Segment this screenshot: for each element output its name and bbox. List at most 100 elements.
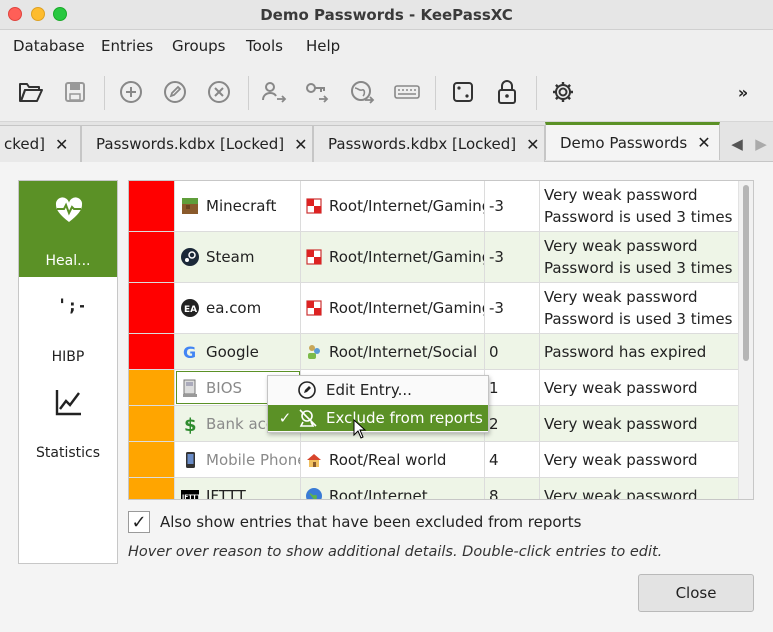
entry-reason: Password has expired	[544, 342, 707, 361]
tab-close-icon[interactable]: ✕	[55, 135, 68, 154]
entry-reason-cell[interactable]: Very weak password Password is used 3 tim…	[540, 232, 739, 282]
show-excluded-option[interactable]: ✓ Also show entries that have been exclu…	[128, 509, 581, 535]
entry-title-cell[interactable]: EA ea.com	[175, 283, 301, 333]
entry-reason-cell[interactable]: Very weak password	[540, 370, 739, 405]
entry-title: IFTTT	[206, 486, 246, 500]
table-row[interactable]: G Google Root/Internet/Social 0 Password has…	[129, 334, 739, 370]
tab-label: cked]	[4, 135, 46, 153]
entry-title-cell[interactable]: Minecraft	[175, 181, 301, 231]
table-row[interactable]: Mobile Phone Root/Real world 4 Very weak pa…	[129, 442, 739, 478]
window-title: Demo Passwords - KeePassXC	[260, 6, 513, 24]
entry-reason-cell[interactable]: Very weak password Password is used 3 tim…	[540, 283, 739, 333]
show-excluded-checkbox[interactable]: ✓	[128, 511, 150, 533]
heart-pulse-icon	[55, 197, 83, 222]
menu-groups[interactable]: Groups	[172, 37, 225, 55]
sidebar-item-label: Statistics	[36, 445, 100, 461]
menu-entries[interactable]: Entries	[101, 37, 153, 55]
entry-score: 0	[489, 342, 499, 361]
svg-text:G: G	[183, 343, 196, 362]
tab-scroll-right-icon[interactable]: ▶	[749, 125, 773, 162]
sidebar-item-hibp[interactable]: ';-- HIBP	[19, 277, 117, 373]
entry-score-cell[interactable]: 1	[485, 370, 540, 405]
menu-help[interactable]: Help	[306, 37, 340, 55]
severity-indicator	[129, 370, 175, 405]
entry-reason-cell[interactable]: Very weak password	[540, 442, 739, 477]
sidebar-item-label: Heal...	[45, 253, 91, 269]
entry-title: Mobile Phone	[206, 450, 301, 469]
folder-open-icon	[19, 83, 43, 102]
copy-url-button[interactable]	[349, 78, 377, 106]
menu-tools[interactable]: Tools	[246, 37, 283, 55]
open-database-button[interactable]	[17, 78, 45, 106]
entry-title-cell[interactable]: G Google	[175, 334, 301, 369]
entry-score-cell[interactable]: -3	[485, 232, 540, 282]
entry-reason-cell[interactable]: Very weak password	[540, 478, 739, 500]
tab-locked-database-3[interactable]: Passwords.kdbx [Locked] ✕	[313, 125, 545, 162]
tab-demo-passwords[interactable]: Demo Passwords ✕	[545, 122, 720, 160]
context-menu-exclude-from-reports[interactable]: ✓ Exclude from reports	[268, 405, 488, 431]
copy-username-button[interactable]	[260, 78, 288, 106]
steam-icon	[180, 247, 200, 267]
entry-score-cell[interactable]: 4	[485, 442, 540, 477]
table-row[interactable]: Steam Root/Internet/Gaming -3 Very weak pas…	[129, 232, 739, 283]
tab-close-icon[interactable]: ✕	[294, 135, 307, 154]
autotype-button[interactable]	[393, 78, 421, 106]
svg-text:';--: ';--	[57, 296, 84, 316]
copy-password-button[interactable]	[304, 78, 332, 106]
tab-close-icon[interactable]: ✕	[697, 133, 710, 152]
scrollbar-thumb[interactable]	[743, 185, 749, 361]
svg-text:IFTTT: IFTTT	[182, 494, 200, 501]
tab-locked-database-2[interactable]: Passwords.kdbx [Locked] ✕	[81, 125, 313, 162]
entry-title-cell[interactable]: Mobile Phone	[175, 442, 301, 477]
health-check-table[interactable]: Minecraft Root/Internet/Gaming -3 Very weak…	[128, 180, 754, 500]
entry-reason-secondary: Password is used 3 times	[544, 310, 733, 328]
entry-reason-cell[interactable]: Very weak password	[540, 406, 739, 441]
entry-title: BIOS	[206, 378, 243, 397]
close-button[interactable]: Close	[638, 574, 754, 612]
tab-locked-database-1[interactable]: cked] ✕	[0, 125, 81, 162]
table-row[interactable]: IFTTT IFTTT Root/Internet 8 Very weak passwo…	[129, 478, 739, 501]
entry-path-cell[interactable]: Root/Internet/Gaming	[301, 283, 485, 333]
entry-path-cell[interactable]: Root/Internet/Gaming	[301, 181, 485, 231]
delete-entry-button[interactable]	[205, 78, 233, 106]
edit-entry-button[interactable]	[161, 78, 189, 106]
entry-score-cell[interactable]: -3	[485, 181, 540, 231]
password-generator-button[interactable]	[449, 78, 477, 106]
entry-path-cell[interactable]: Root/Internet/Gaming	[301, 232, 485, 282]
lock-database-button[interactable]	[493, 78, 521, 106]
tab-close-icon[interactable]: ✕	[526, 135, 539, 154]
table-row[interactable]: EA ea.com Root/Internet/Gaming -3 Very weak …	[129, 283, 739, 334]
context-menu-edit-entry[interactable]: Edit Entry...	[268, 377, 488, 403]
ea-icon: EA	[180, 298, 200, 318]
entry-path-cell[interactable]: Root/Internet/Social	[301, 334, 485, 369]
settings-button[interactable]	[549, 78, 577, 106]
group-icon	[305, 451, 323, 469]
sidebar-item-statistics[interactable]: Statistics	[19, 373, 117, 469]
table-scrollbar[interactable]	[738, 181, 753, 499]
entry-path-cell[interactable]: Root/Internet	[301, 478, 485, 499]
table-row[interactable]: Minecraft Root/Internet/Gaming -3 Very weak…	[129, 181, 739, 232]
severity-indicator	[129, 478, 175, 499]
sidebar-item-health-check[interactable]: Heal...	[19, 181, 117, 277]
entry-title-cell[interactable]: Steam	[175, 232, 301, 282]
entry-title: Google	[206, 342, 259, 361]
menu-database[interactable]: Database	[13, 37, 85, 55]
entry-score-cell[interactable]: 0	[485, 334, 540, 369]
entry-path: Root/Internet/Social	[329, 342, 478, 361]
save-database-button[interactable]	[61, 78, 89, 106]
hint-text: Hover over reason to show additional det…	[128, 544, 663, 560]
entry-reason-cell[interactable]: Password has expired	[540, 334, 739, 369]
tab-scroll-left-icon[interactable]: ◀	[725, 125, 749, 162]
severity-indicator	[129, 334, 175, 369]
entry-title-cell[interactable]: IFTTT IFTTT	[175, 478, 301, 501]
entry-reason: Very weak password	[544, 450, 698, 469]
severity-indicator	[129, 406, 175, 441]
toolbar-overflow-button[interactable]: »	[729, 78, 757, 106]
add-entry-button[interactable]	[117, 78, 145, 106]
entry-score-cell[interactable]: 2	[485, 406, 540, 441]
entry-path-cell[interactable]: Root/Real world	[301, 442, 485, 477]
entry-reason-cell[interactable]: Very weak password Password is used 3 tim…	[540, 181, 739, 231]
entry-score-cell[interactable]: 8	[485, 478, 540, 499]
checkmark-icon: ✓	[278, 409, 292, 427]
entry-score-cell[interactable]: -3	[485, 283, 540, 333]
